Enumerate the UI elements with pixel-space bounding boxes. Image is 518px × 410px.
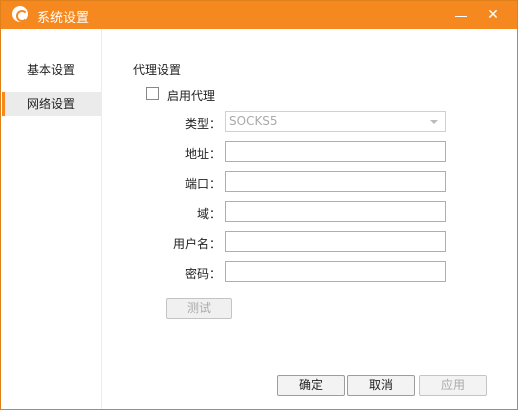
enable-proxy-checkbox[interactable] [146,87,159,100]
test-button[interactable]: 测试 [166,298,232,319]
username-input[interactable] [225,231,446,252]
port-label: 端口： [184,177,221,191]
sidebar-item-network[interactable]: 网络设置 [2,92,101,116]
enable-proxy-label[interactable]: 启用代理 [167,87,215,104]
settings-window: 系统设置 ✕ 基本设置 网络设置 代理设置 启用代理 类型： SOCKS5 地址… [0,0,518,410]
password-input[interactable] [225,261,446,282]
domain-input[interactable] [225,201,446,222]
type-label: 类型： [184,117,221,131]
proxy-type-select[interactable]: SOCKS5 [225,111,446,132]
sidebar-item-basic[interactable]: 基本设置 [2,58,101,82]
window-title: 系统设置 [37,11,90,26]
username-label: 用户名： [172,237,221,251]
proxy-type-value: SOCKS5 [229,114,278,128]
app-logo-icon [12,6,28,22]
port-input[interactable] [225,171,446,192]
minimize-icon[interactable] [449,3,473,27]
address-label: 地址： [184,147,221,161]
chevron-down-icon [430,120,438,124]
cancel-button[interactable]: 取消 [347,375,415,396]
domain-label: 域： [196,207,221,221]
title-bar[interactable]: 系统设置 ✕ [1,1,517,29]
address-input[interactable] [225,141,446,162]
apply-button[interactable]: 应用 [419,375,487,396]
section-title: 代理设置 [133,63,182,77]
password-label: 密码： [184,267,221,281]
ok-button[interactable]: 确定 [277,375,345,396]
close-icon[interactable]: ✕ [481,3,505,27]
